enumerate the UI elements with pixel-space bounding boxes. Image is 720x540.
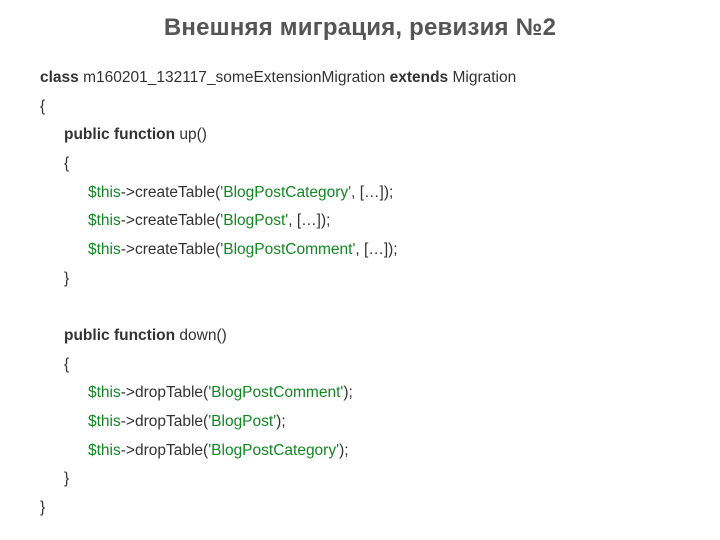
call-part: ->dropTable( xyxy=(121,442,208,459)
slide-title: Внешняя миграция, ревизия №2 xyxy=(40,14,680,42)
open-brace: { xyxy=(40,93,680,122)
kw-public-function: public function xyxy=(64,327,175,344)
kw-extends: extends xyxy=(390,69,449,86)
up-declaration: public function up() xyxy=(40,121,680,150)
str-token: 'BlogPostCategory' xyxy=(208,442,339,459)
call-part: ); xyxy=(276,413,285,430)
this-token: $this xyxy=(88,241,121,258)
base-class: Migration xyxy=(448,69,516,86)
up-name: up() xyxy=(175,126,207,143)
class-name: m160201_132117_someExtensionMigration xyxy=(79,69,390,86)
call-part: ->dropTable( xyxy=(121,413,208,430)
call-part: ->createTable( xyxy=(121,212,221,229)
call-part: ); xyxy=(339,442,348,459)
kw-class: class xyxy=(40,69,79,86)
class-declaration: class m160201_132117_someExtensionMigrat… xyxy=(40,64,680,93)
this-token: $this xyxy=(88,384,121,401)
down-name: down() xyxy=(175,327,227,344)
down-line-0: $this->dropTable('BlogPostComment'); xyxy=(40,379,680,408)
up-line-1: $this->createTable('BlogPost', […]); xyxy=(40,207,680,236)
down-open-brace: { xyxy=(40,351,680,380)
call-part: , […]); xyxy=(355,241,397,258)
call-part: ->createTable( xyxy=(121,241,221,258)
down-declaration: public function down() xyxy=(40,322,680,351)
up-line-2: $this->createTable('BlogPostComment', […… xyxy=(40,236,680,265)
call-part: ->createTable( xyxy=(121,184,221,201)
close-brace: } xyxy=(40,494,680,523)
down-close-brace: } xyxy=(40,465,680,494)
up-open-brace: { xyxy=(40,150,680,179)
up-close-brace: } xyxy=(40,265,680,294)
str-token: 'BlogPostCategory' xyxy=(220,184,351,201)
str-token: 'BlogPost' xyxy=(208,413,276,430)
call-part: , […]); xyxy=(288,212,330,229)
call-part: , […]); xyxy=(351,184,393,201)
str-token: 'BlogPost' xyxy=(220,212,288,229)
str-token: 'BlogPostComment' xyxy=(208,384,343,401)
call-part: ); xyxy=(343,384,352,401)
kw-public-function: public function xyxy=(64,126,175,143)
code-block: class m160201_132117_someExtensionMigrat… xyxy=(40,64,680,523)
str-token: 'BlogPostComment' xyxy=(220,241,355,258)
blank-line xyxy=(40,293,680,322)
call-part: ->dropTable( xyxy=(121,384,208,401)
this-token: $this xyxy=(88,442,121,459)
down-line-2: $this->dropTable('BlogPostCategory'); xyxy=(40,437,680,466)
this-token: $this xyxy=(88,413,121,430)
this-token: $this xyxy=(88,212,121,229)
this-token: $this xyxy=(88,184,121,201)
down-line-1: $this->dropTable('BlogPost'); xyxy=(40,408,680,437)
up-line-0: $this->createTable('BlogPostCategory', [… xyxy=(40,179,680,208)
